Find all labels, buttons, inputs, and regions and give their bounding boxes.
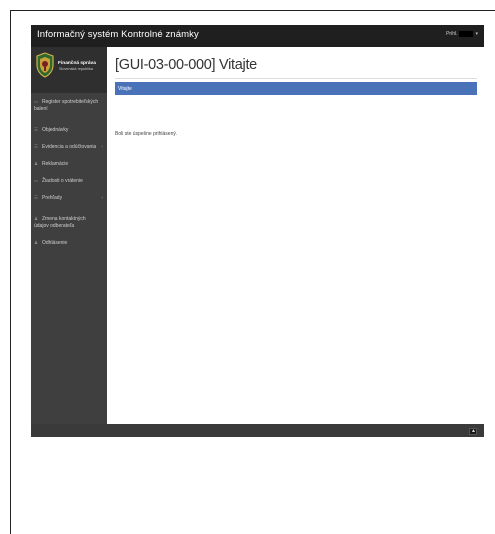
sidebar-item-label-line2: balení [34,106,48,112]
main-content: [GUI-03-00-000] Vitajte Vitajte Boli ste… [107,47,484,424]
footer-bar: ▲ [31,424,484,437]
frame-left-edge [10,10,11,534]
sidebar-item-label: Odhlásenie [42,240,68,246]
list-icon: ☰ [34,144,39,149]
person-icon: ♟ [34,161,39,166]
application-window: Informačný systém Kontrolné známky Prihl… [31,25,484,437]
welcome-message: Boli ste úspešne prihlásený. [115,131,178,137]
person-icon: ♟ [34,216,39,221]
sidebar-item-label: Žiadosti o vrátenie [42,178,83,184]
frame-top-edge [10,10,495,11]
title-divider [115,78,477,79]
sidebar-item-label-line2: údajov odberateľa [34,223,75,229]
panel-title: Vitajte [118,86,132,92]
sidebar-item-label: Reklamácie [42,161,69,167]
sidebar-item-label: Prehľady [42,195,63,201]
sidebar-item-zmena-kontaktov[interactable]: ♟ Zmena kontaktných údajov odberateľa [31,216,107,230]
sidebar: Finančná správa Slovenská republika ▭ Re… [31,47,107,428]
document-icon: ▭ [34,99,39,104]
person-icon: ♟ [34,240,39,245]
user-menu[interactable]: Prihl. ▾ [446,31,478,37]
list-icon: ☰ [34,195,39,200]
app-title[interactable]: Informačný systém Kontrolné známky [37,29,199,40]
sidebar-item-label: Evidencia a odúčtovania [42,144,97,150]
caret-down-icon[interactable]: ▾ [475,31,478,37]
sidebar-item-register[interactable]: ▭ Register spotrebiteľských balení [31,99,107,113]
scroll-to-top-button[interactable]: ▲ [469,428,477,435]
document-icon: ▭ [34,178,39,183]
welcome-panel-header: Vitajte [115,82,477,95]
chevron-left-icon: ‹ [101,195,103,201]
user-name-redacted [459,31,474,37]
brand-title: Finančná správa [58,61,96,66]
brand-block: Finančná správa Slovenská republika [31,47,107,93]
top-navbar: Informačný systém Kontrolné známky Prihl… [31,25,484,47]
chevron-left-icon: ‹ [101,144,103,150]
page-title: [GUI-03-00-000] Vitajte [115,57,257,73]
crest-logo-icon [36,52,54,78]
sidebar-item-label: Zmena kontaktných [42,216,86,222]
brand-subtitle: Slovenská republika [59,67,93,71]
arrow-up-icon: ▲ [471,428,476,434]
user-prefix-label: Prihl. [446,31,458,37]
sidebar-item-label: Objednávky [42,127,69,133]
sidebar-item-label: Register spotrebiteľských [42,99,99,105]
list-icon: ☰ [34,127,39,132]
